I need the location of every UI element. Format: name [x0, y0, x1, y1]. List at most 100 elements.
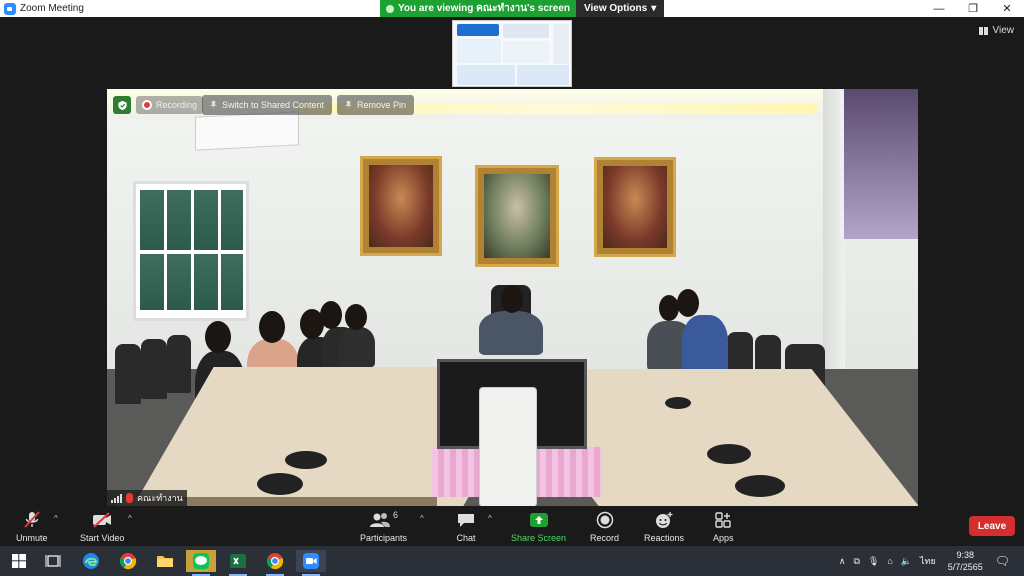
share-screen-icon [529, 510, 549, 530]
close-button[interactable]: ✕ [990, 0, 1024, 17]
portrait-left [360, 156, 442, 256]
task-view-icon [45, 555, 61, 567]
taskbar-line[interactable] [186, 550, 216, 576]
start-video-button[interactable]: Start Video [80, 510, 124, 543]
remove-pin-label: Remove Pin [357, 100, 407, 110]
meeting-toolbar: Unmute ^ Start Video ^ 6 Participants ^ … [0, 506, 1024, 546]
clock-time: 9:38 [956, 550, 974, 560]
taskbar-clock[interactable]: 9:38 5/7/2565 [948, 549, 983, 573]
signal-strength-icon [111, 493, 122, 503]
switch-to-shared-content-button[interactable]: Switch to Shared Content [202, 95, 333, 115]
recording-indicator: Recording [136, 96, 204, 114]
start-video-label: Start Video [80, 533, 125, 543]
remove-pin-button[interactable]: Remove Pin [337, 95, 415, 115]
volume-icon[interactable]: 🔈 [901, 556, 912, 567]
share-screen-button[interactable]: Share Screen [511, 510, 566, 543]
window-title: Zoom Meeting [20, 3, 84, 14]
mic-muted-icon [126, 493, 133, 503]
video-options-caret[interactable]: ^ [128, 514, 132, 523]
participant-name: คณะทำงาน [137, 493, 183, 503]
viewing-indicator: You are viewing คณะทำงาน's screen [380, 0, 577, 17]
switch-label: Switch to Shared Content [222, 100, 325, 110]
view-options-button[interactable]: View Options ▾ [576, 0, 665, 17]
minimize-button[interactable]: — [922, 0, 956, 17]
meet-now-icon[interactable]: ⧉ [853, 556, 859, 567]
clock-date: 5/7/2565 [947, 562, 983, 572]
reactions-button[interactable]: Reactions [644, 510, 684, 543]
chat-label: Chat [456, 533, 476, 543]
chrome-browser-icon [266, 553, 284, 570]
network-icon[interactable]: ⌂ [887, 556, 892, 566]
pin-icon [210, 100, 217, 110]
taskbar-chrome[interactable] [113, 550, 143, 572]
taskbar-edge[interactable] [76, 550, 106, 572]
share-status-icon [386, 4, 394, 13]
show-hidden-icons-icon[interactable]: ∧ [839, 556, 846, 567]
line-app-icon [193, 553, 209, 569]
zoom-app-icon [303, 553, 319, 569]
chat-options-caret[interactable]: ^ [488, 514, 492, 523]
participants-icon: 6 [369, 510, 398, 530]
taskbar-excel[interactable] [223, 550, 253, 576]
taskbar-file-explorer[interactable] [150, 550, 180, 572]
record-button[interactable]: Record [590, 510, 619, 543]
air-conditioner [195, 111, 299, 151]
apps-button[interactable]: Apps [713, 510, 734, 543]
meeting-stage: View Recording Switch to Shared Content … [0, 17, 1024, 507]
microphone-muted-icon [22, 510, 42, 530]
windows-taskbar: ∧ ⧉ 🎙 ⌂ 🔈 ไทย 9:38 5/7/2565 🗨 [0, 546, 1024, 576]
participants-options-caret[interactable]: ^ [420, 514, 424, 523]
reactions-label: Reactions [644, 533, 685, 543]
recording-label: Recording [156, 100, 198, 110]
chat-icon [456, 510, 476, 530]
shared-screen-thumbnail[interactable] [452, 20, 572, 87]
view-options-label: View Options [584, 3, 648, 14]
viewing-label: You are viewing คณะทำงาน's screen [398, 3, 571, 14]
excel-icon [230, 554, 246, 568]
chat-button[interactable]: Chat [456, 510, 476, 543]
taskbar-zoom[interactable] [296, 550, 326, 576]
grid-view-icon [978, 26, 989, 35]
apps-icon [714, 510, 732, 530]
security-shield-icon[interactable] [113, 96, 131, 114]
share-screen-label: Share Screen [511, 533, 567, 543]
windows-start-button[interactable] [4, 550, 34, 572]
windows-logo-icon [12, 554, 26, 568]
unmute-label: Unmute [16, 533, 48, 543]
pin-icon [345, 100, 352, 110]
participant-name-chip: คณะทำงาน [107, 490, 187, 506]
screen-share-banner: You are viewing คณะทำงาน's screen View O… [380, 0, 665, 17]
smiley-plus-icon [654, 510, 674, 530]
participants-label: Participants [360, 533, 408, 543]
task-view-button[interactable] [38, 550, 68, 572]
system-tray: ∧ ⧉ 🎙 ⌂ 🔈 ไทย 9:38 5/7/2565 🗨 [839, 546, 1024, 576]
folder-icon [157, 556, 173, 567]
portrait-right [594, 157, 676, 257]
record-label: Record [590, 533, 620, 543]
leave-button[interactable]: Leave [969, 516, 1015, 536]
shield-icon [117, 100, 127, 110]
zoom-app-icon [4, 2, 16, 15]
view-button[interactable]: View [978, 25, 1015, 36]
participants-count: 6 [393, 510, 399, 520]
view-label: View [992, 25, 1015, 36]
window-controls: — ❐ ✕ [922, 0, 1024, 17]
audio-options-caret[interactable]: ^ [54, 514, 58, 523]
unmute-button[interactable]: Unmute [16, 510, 48, 543]
apps-label: Apps [713, 533, 734, 543]
record-icon [596, 510, 614, 530]
taskbar-chrome-2[interactable] [260, 550, 290, 576]
chevron-down-icon: ▾ [651, 3, 657, 14]
room-window [133, 181, 249, 321]
participants-button[interactable]: 6 Participants [360, 510, 407, 543]
notification-center-icon[interactable]: 🗨 [995, 554, 1010, 568]
edge-browser-icon [83, 553, 99, 569]
microphone-tray-icon[interactable]: 🎙 [868, 556, 879, 567]
video-off-icon [91, 510, 113, 530]
recording-dot-icon [142, 100, 152, 110]
pinned-video-tile[interactable] [107, 89, 918, 507]
leave-label: Leave [977, 520, 1007, 532]
input-language[interactable]: ไทย [920, 554, 936, 568]
restore-button[interactable]: ❐ [956, 0, 990, 17]
wall-mural [840, 89, 918, 239]
